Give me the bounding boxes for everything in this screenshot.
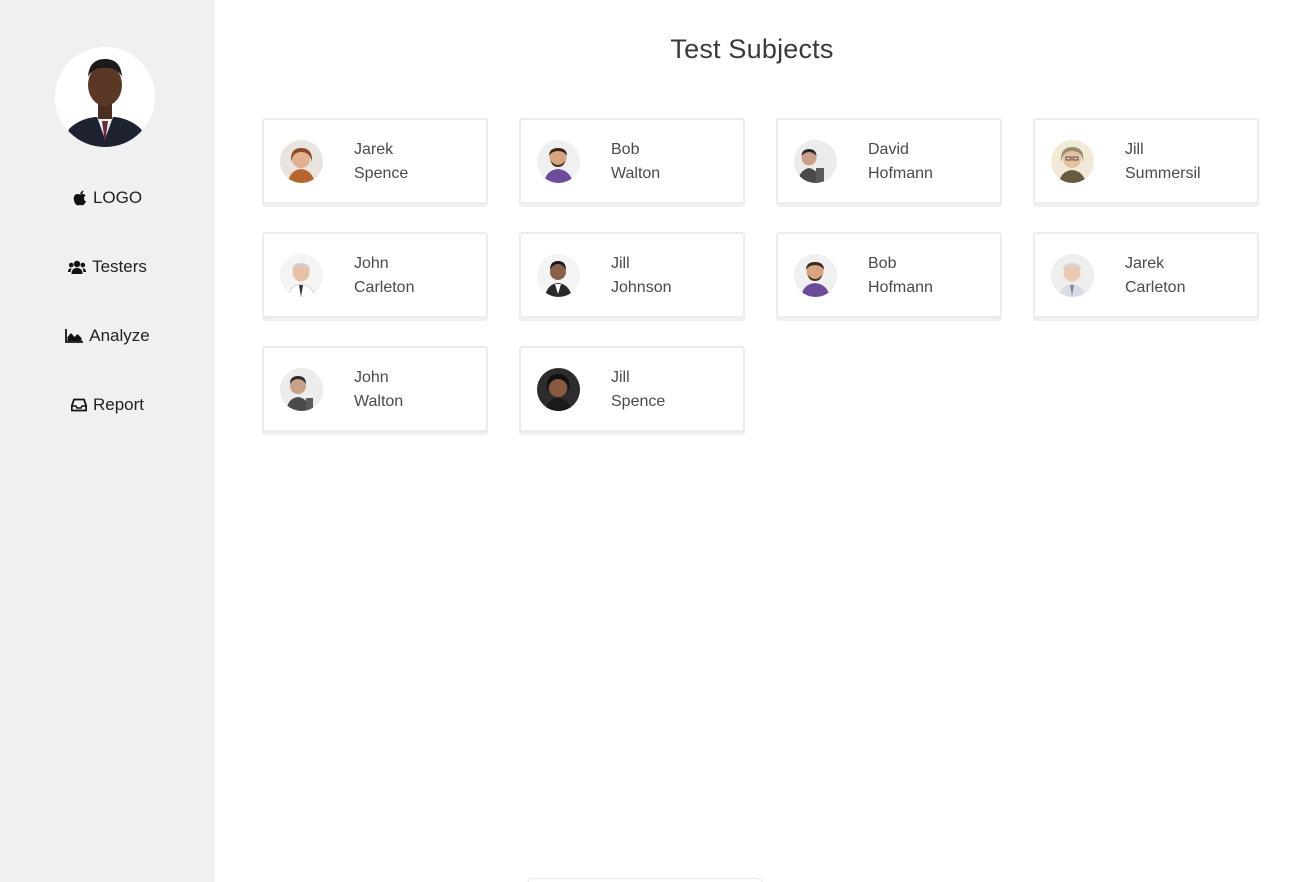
- nav-logo[interactable]: LOGO: [0, 183, 215, 213]
- subject-card[interactable]: Jarek Spence: [262, 118, 488, 204]
- subject-last-name: Johnson: [611, 279, 672, 296]
- subject-name: John Carleton: [354, 252, 414, 300]
- nav-report[interactable]: Report: [0, 390, 215, 420]
- sidebar: LOGO Testers Analyze Report: [0, 0, 215, 882]
- subject-avatar: [537, 254, 580, 297]
- subject-last-name: Hofmann: [868, 165, 933, 182]
- subject-last-name: Walton: [611, 165, 661, 182]
- subject-card[interactable]: John Walton: [262, 346, 488, 432]
- subject-avatar: [280, 140, 323, 183]
- main-content: Test Subjects Jarek Spence Bob Walton Da…: [215, 0, 1289, 882]
- subject-last-name: Walton: [354, 393, 404, 410]
- profile-avatar[interactable]: [55, 47, 155, 147]
- subject-name: Bob Hofmann: [868, 252, 933, 300]
- subject-first-name: John: [354, 369, 389, 386]
- subject-card[interactable]: Bob Walton: [519, 118, 745, 204]
- page-title: Test Subjects: [670, 34, 834, 64]
- subject-first-name: Bob: [611, 141, 640, 158]
- subject-first-name: Bob: [868, 255, 897, 272]
- subject-first-name: Jarek: [354, 141, 394, 158]
- subject-card[interactable]: Jarek Carleton: [1033, 232, 1259, 318]
- subject-first-name: Jill: [611, 255, 630, 272]
- subject-last-name: Spence: [611, 393, 666, 410]
- subject-name: David Hofmann: [868, 138, 933, 186]
- subject-avatar: [794, 254, 837, 297]
- inbox-icon: [70, 398, 87, 412]
- nav-report-label: Report: [92, 395, 145, 414]
- nav-testers-label: Testers: [92, 257, 147, 276]
- subject-name: John Walton: [354, 366, 403, 414]
- subject-last-name: Summersil: [1125, 165, 1201, 182]
- users-icon: [68, 260, 87, 274]
- subject-first-name: Jill: [1125, 141, 1144, 158]
- nav-logo-label: LOGO: [92, 188, 143, 207]
- nav-analyze-label: Analyze: [89, 326, 150, 345]
- subject-name: Jarek Carleton: [1125, 252, 1185, 300]
- subject-first-name: Jill: [611, 369, 630, 386]
- subject-avatar: [280, 254, 323, 297]
- subject-card[interactable]: Jill Spence: [519, 346, 745, 432]
- subject-first-name: David: [868, 141, 909, 158]
- area-chart-icon: [65, 329, 84, 343]
- subject-first-name: John: [354, 255, 389, 272]
- subject-card[interactable]: John Carleton: [262, 232, 488, 318]
- subject-card[interactable]: Jill Johnson: [519, 232, 745, 318]
- subject-name: Jill Johnson: [611, 252, 672, 300]
- nav-analyze[interactable]: Analyze: [0, 321, 215, 351]
- bottom-panel-tab[interactable]: [527, 878, 763, 882]
- subject-last-name: Carleton: [1125, 279, 1186, 296]
- subject-last-name: Hofmann: [868, 279, 933, 296]
- subject-name: Bob Walton: [611, 138, 660, 186]
- user-portrait-icon: [55, 47, 155, 147]
- subject-card[interactable]: Jill Summersil: [1033, 118, 1259, 204]
- subject-last-name: Carleton: [354, 279, 415, 296]
- subject-name: Jill Spence: [611, 366, 665, 414]
- subject-card[interactable]: David Hofmann: [776, 118, 1002, 204]
- subject-last-name: Spence: [354, 165, 409, 182]
- subject-avatar: [280, 368, 323, 411]
- subject-name: Jill Summersil: [1125, 138, 1201, 186]
- subject-avatar: [794, 140, 837, 183]
- subject-name: Jarek Spence: [354, 138, 408, 186]
- apple-icon: [73, 190, 86, 206]
- subject-card[interactable]: Bob Hofmann: [776, 232, 1002, 318]
- subject-avatar: [1051, 140, 1094, 183]
- nav-testers[interactable]: Testers: [0, 252, 215, 282]
- subject-first-name: Jarek: [1125, 255, 1165, 272]
- subject-avatar: [537, 140, 580, 183]
- subject-avatar: [537, 368, 580, 411]
- subject-avatar: [1051, 254, 1094, 297]
